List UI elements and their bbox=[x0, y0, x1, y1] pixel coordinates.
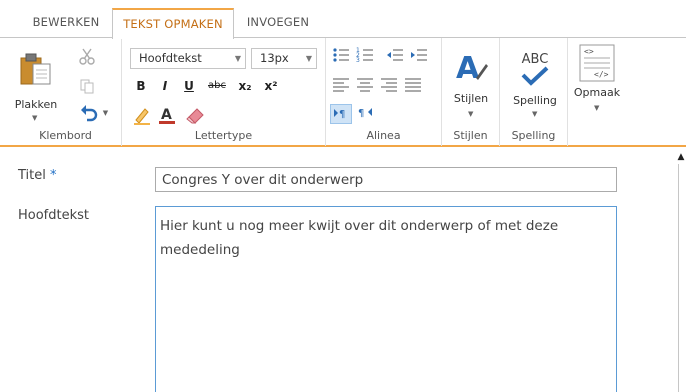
align-center-icon bbox=[357, 78, 373, 92]
markup-icon: <> </> bbox=[579, 44, 615, 82]
font-color-icon: A bbox=[159, 107, 175, 124]
paste-button[interactable]: Plakken ▼ bbox=[14, 42, 58, 122]
group-alinea: 1 2 3 ¶ ¶ Alinea bbox=[326, 38, 442, 146]
markup-button[interactable]: <> </> Opmaak ▼ bbox=[570, 42, 624, 122]
scroll-track[interactable] bbox=[678, 164, 686, 392]
italic-button[interactable]: I bbox=[156, 76, 174, 96]
styles-button[interactable]: A Stijlen ▼ bbox=[444, 44, 498, 124]
justify-icon bbox=[405, 78, 421, 92]
spelling-dropdown-icon: ▼ bbox=[532, 110, 538, 118]
increase-indent-button[interactable] bbox=[408, 46, 430, 66]
group-label-stijlen: Stijlen bbox=[453, 129, 488, 142]
justify-button[interactable] bbox=[402, 76, 424, 96]
copy-icon bbox=[80, 79, 94, 94]
spelling-label: Spelling bbox=[513, 94, 557, 107]
title-field[interactable]: Congres Y over dit onderwerp bbox=[155, 167, 617, 192]
font-size-value: 13px bbox=[260, 51, 289, 65]
strikethrough-button[interactable]: abc bbox=[204, 76, 230, 96]
clear-format-button[interactable] bbox=[184, 104, 208, 126]
group-stijlen: A Stijlen ▼ Stijlen bbox=[442, 38, 500, 146]
styles-label: Stijlen bbox=[453, 92, 489, 105]
tab-tekst-opmaken[interactable]: TEKST OPMAKEN bbox=[112, 8, 234, 39]
decrease-indent-icon bbox=[387, 49, 403, 61]
cut-icon bbox=[79, 48, 95, 65]
highlight-color-button[interactable] bbox=[130, 104, 154, 126]
ltr-icon: ¶ bbox=[334, 109, 345, 120]
ribbon: Plakken ▼ ▼ Klembord Hoofdtekst ▼ 13px ▼… bbox=[0, 37, 686, 147]
font-size-select[interactable]: 13px ▼ bbox=[251, 48, 317, 69]
copy-button[interactable] bbox=[76, 76, 98, 96]
group-label-lettertype: Lettertype bbox=[194, 129, 253, 142]
superscript-button[interactable]: x² bbox=[260, 76, 282, 96]
font-family-arrow-icon: ▼ bbox=[234, 54, 241, 63]
group-label-klembord: Klembord bbox=[39, 129, 92, 142]
svg-text:¶: ¶ bbox=[339, 109, 345, 120]
group-label-alinea: Alinea bbox=[366, 129, 401, 142]
rtl-icon: ¶ bbox=[358, 108, 372, 119]
undo-dropdown-icon: ▼ bbox=[102, 109, 109, 117]
title-label-text: Titel bbox=[18, 168, 46, 183]
highlight-icon bbox=[134, 108, 150, 125]
group-opmaak: <> </> Opmaak ▼ bbox=[568, 38, 626, 146]
group-klembord: Plakken ▼ ▼ Klembord bbox=[10, 38, 122, 146]
subscript-button[interactable]: x₂ bbox=[234, 76, 256, 96]
font-color-button[interactable]: A bbox=[156, 104, 178, 126]
eraser-icon bbox=[186, 108, 204, 124]
paste-icon bbox=[20, 53, 51, 85]
rtl-button[interactable]: ¶ bbox=[354, 104, 376, 124]
scroll-up-icon[interactable]: ▲ bbox=[676, 152, 686, 162]
svg-text:¶: ¶ bbox=[358, 108, 364, 119]
svg-text:A: A bbox=[456, 51, 480, 84]
font-family-value: Hoofdtekst bbox=[139, 51, 202, 65]
paste-label: Plakken bbox=[14, 98, 58, 111]
cut-button[interactable] bbox=[76, 46, 98, 66]
tab-bewerken[interactable]: BEWERKEN bbox=[22, 8, 110, 38]
styles-icon: A bbox=[456, 51, 488, 84]
align-right-icon bbox=[381, 78, 397, 92]
svg-text:3: 3 bbox=[356, 57, 360, 64]
ltr-button[interactable]: ¶ bbox=[330, 104, 352, 124]
undo-button[interactable]: ▼ bbox=[74, 102, 114, 124]
numbered-list-button[interactable]: 1 2 3 bbox=[354, 46, 376, 66]
body-label: Hoofdtekst bbox=[18, 208, 90, 223]
group-lettertype: Hoofdtekst ▼ 13px ▼ B I U abc x₂ x² A Le… bbox=[122, 38, 326, 146]
svg-text:<>: <> bbox=[584, 47, 594, 56]
bullet-list-button[interactable] bbox=[330, 46, 352, 66]
undo-icon bbox=[80, 105, 97, 122]
bullet-list-icon bbox=[333, 48, 349, 62]
required-marker: * bbox=[50, 168, 57, 183]
numbered-list-icon: 1 2 3 bbox=[356, 47, 373, 64]
styles-dropdown-icon: ▼ bbox=[468, 110, 474, 118]
bold-button[interactable]: B bbox=[132, 76, 150, 96]
group-label-spelling: Spelling bbox=[511, 129, 556, 142]
svg-text:A: A bbox=[161, 107, 172, 123]
svg-text:</>: </> bbox=[594, 70, 609, 79]
group-spelling: ABC Spelling ▼ Spelling bbox=[500, 38, 568, 146]
align-left-button[interactable] bbox=[330, 76, 352, 96]
align-right-button[interactable] bbox=[378, 76, 400, 96]
title-label: Titel * bbox=[18, 168, 57, 183]
decrease-indent-button[interactable] bbox=[384, 46, 406, 66]
body-editor[interactable]: Hier kunt u nog meer kwijt over dit onde… bbox=[155, 206, 617, 392]
font-family-select[interactable]: Hoofdtekst ▼ bbox=[130, 48, 246, 69]
paste-dropdown-icon: ▼ bbox=[32, 114, 38, 122]
align-left-icon bbox=[333, 78, 349, 92]
vertical-scrollbar[interactable]: ▲ bbox=[676, 148, 686, 392]
ribbon-tabbar: BEWERKEN TEKST OPMAKEN INVOEGEN bbox=[0, 0, 686, 39]
increase-indent-icon bbox=[411, 49, 427, 61]
tab-invoegen[interactable]: INVOEGEN bbox=[236, 8, 320, 38]
spelling-abc-text: ABC bbox=[521, 52, 549, 67]
markup-label: Opmaak bbox=[573, 86, 621, 99]
markup-dropdown-icon: ▼ bbox=[594, 104, 600, 112]
underline-button[interactable]: U bbox=[180, 76, 198, 96]
align-center-button[interactable] bbox=[354, 76, 376, 96]
spelling-check-icon bbox=[521, 66, 549, 86]
spelling-button[interactable]: ABC Spelling ▼ bbox=[504, 44, 566, 124]
font-size-arrow-icon: ▼ bbox=[305, 54, 312, 63]
